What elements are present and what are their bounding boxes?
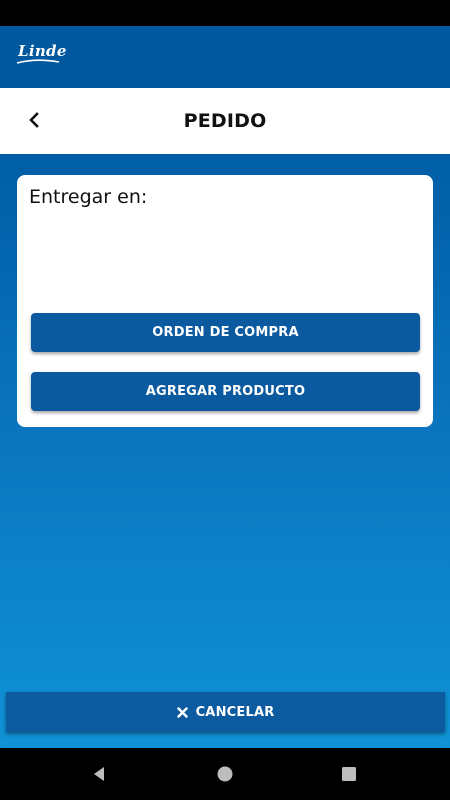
purchase-order-button[interactable]: ORDEN DE COMPRA — [31, 313, 420, 352]
deliver-to-label: Entregar en: — [29, 186, 148, 208]
triangle-back-icon — [94, 767, 104, 781]
system-nav-bar — [0, 748, 450, 800]
chevron-left-icon — [29, 112, 39, 128]
cancel-button[interactable]: CANCELAR — [6, 692, 445, 732]
status-bar — [0, 0, 450, 26]
square-recents-icon — [342, 767, 356, 781]
nav-home-button[interactable] — [213, 762, 237, 786]
delivery-card: Entregar en: ORDEN DE COMPRA AGREGAR PRO… — [17, 175, 433, 427]
add-product-button[interactable]: AGREGAR PRODUCTO — [31, 372, 420, 411]
circle-home-icon — [217, 766, 233, 782]
app-header: Linde — [0, 26, 450, 88]
linde-logo: Linde — [18, 42, 67, 60]
page-title: PEDIDO — [183, 110, 267, 132]
nav-recents-button[interactable] — [337, 762, 361, 786]
nav-back-button[interactable] — [87, 762, 111, 786]
back-button[interactable] — [16, 102, 52, 138]
close-icon — [176, 706, 188, 718]
title-bar: PEDIDO — [0, 88, 450, 154]
logo-swoosh-icon — [16, 59, 60, 64]
cancel-label: CANCELAR — [195, 704, 275, 720]
content-area: Entregar en: ORDEN DE COMPRA AGREGAR PRO… — [0, 154, 450, 748]
